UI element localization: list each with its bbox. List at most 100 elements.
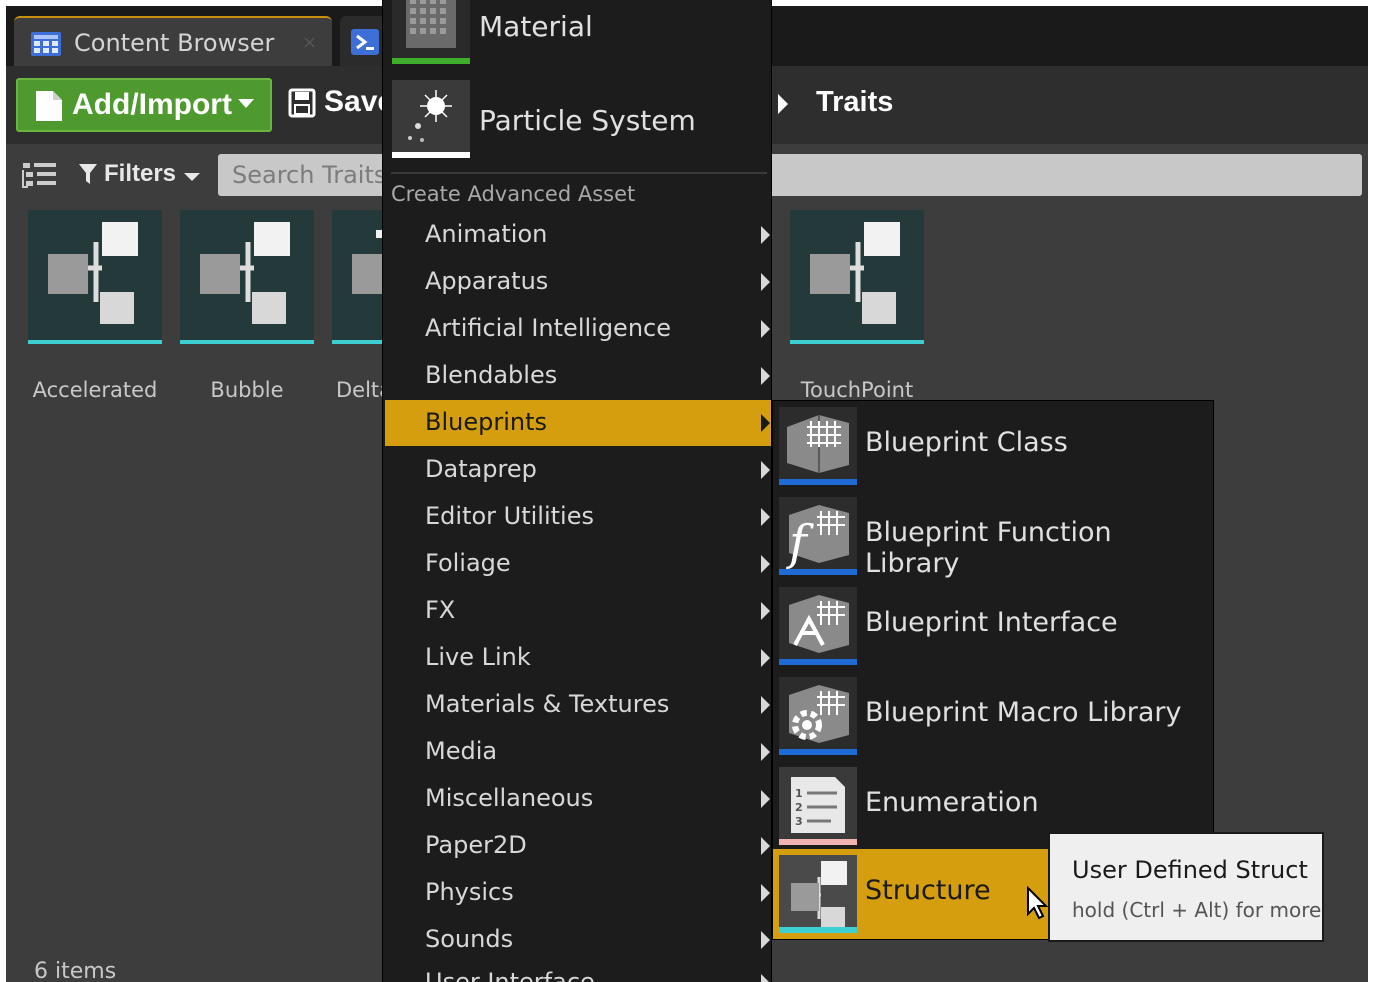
chevron-right-icon xyxy=(761,743,770,761)
svg-text:1: 1 xyxy=(795,787,803,800)
chevron-right-icon xyxy=(761,367,770,385)
submenu-item-blueprint-class[interactable]: Blueprint Class xyxy=(773,401,1213,491)
mouse-cursor-icon xyxy=(1027,886,1048,920)
menu-item-label: Paper2D xyxy=(425,831,527,859)
menu-separator xyxy=(391,172,767,174)
menu-item-label: User Interface xyxy=(425,968,595,982)
struct-asset-icon xyxy=(200,222,290,324)
asset-tile-bubble[interactable] xyxy=(180,210,314,344)
menu-item-dataprep[interactable]: Dataprep xyxy=(385,447,771,493)
chevron-right-icon xyxy=(761,974,770,982)
submenu-item-label: Blueprint Macro Library xyxy=(865,697,1182,728)
tab-content-browser[interactable]: Content Browser × xyxy=(14,16,332,66)
menu-item-label: FX xyxy=(425,596,456,624)
svg-text:3: 3 xyxy=(795,815,803,828)
chevron-right-icon xyxy=(761,226,770,244)
chevron-right-icon xyxy=(761,273,770,291)
menu-item-label: Live Link xyxy=(425,643,531,671)
submenu-item-label: Blueprint Function Library xyxy=(865,517,1112,579)
submenu-item-label: Blueprint Interface xyxy=(865,607,1118,638)
item-count: 6 items xyxy=(34,959,117,982)
chevron-right-icon xyxy=(761,555,770,573)
new-file-icon xyxy=(36,91,62,121)
close-icon[interactable]: × xyxy=(302,32,317,53)
save-icon[interactable] xyxy=(288,88,316,118)
menu-item-sounds[interactable]: Sounds xyxy=(385,917,771,963)
menu-item-label: Physics xyxy=(425,878,514,906)
structure-tooltip: User Defined Struct hold (Ctrl + Alt) fo… xyxy=(1048,832,1324,942)
struct-asset-icon xyxy=(352,230,382,294)
sources-panel-toggle-icon[interactable] xyxy=(22,160,58,190)
asset-tile-touchpoint[interactable] xyxy=(790,210,924,344)
menu-item-media[interactable]: Media xyxy=(385,729,771,775)
submenu-item-label: Enumeration xyxy=(865,787,1039,818)
chevron-right-icon xyxy=(761,461,770,479)
add-import-label: Add/Import xyxy=(72,88,232,121)
submenu-item-label: Blueprint Class xyxy=(865,427,1068,458)
chevron-down-icon xyxy=(238,99,254,108)
struct-asset-icon xyxy=(48,222,138,324)
menu-item-label: Blueprints xyxy=(425,408,548,436)
menu-item-paper2d[interactable]: Paper2D xyxy=(385,823,771,869)
menu-item-fx[interactable]: FX xyxy=(385,588,771,634)
chevron-right-icon xyxy=(761,414,770,432)
struct-asset-icon xyxy=(810,222,900,324)
menu-item-apparatus[interactable]: Apparatus xyxy=(385,259,771,305)
asset-label: TouchPoint xyxy=(800,378,914,402)
content-browser-icon xyxy=(31,32,61,56)
add-import-button[interactable]: Add/Import xyxy=(16,78,272,132)
menu-item-blueprints[interactable]: Blueprints xyxy=(385,400,771,446)
chevron-right-icon xyxy=(761,884,770,902)
asset-tile-accelerated[interactable] xyxy=(28,210,162,344)
tooltip-title: User Defined Struct xyxy=(1072,856,1308,884)
chevron-down-icon[interactable] xyxy=(184,173,200,181)
menu-item-live-link[interactable]: Live Link xyxy=(385,635,771,681)
menu-item-animation[interactable]: Animation xyxy=(385,212,771,258)
asset-tile-delta[interactable] xyxy=(332,210,382,344)
menu-item-particle-system[interactable]: Particle System xyxy=(383,70,771,160)
chevron-right-icon xyxy=(761,696,770,714)
menu-item-editor-utilities[interactable]: Editor Utilities xyxy=(385,494,771,540)
blueprint-class-icon xyxy=(779,407,857,485)
menu-item-physics[interactable]: Physics xyxy=(385,870,771,916)
breadcrumb-traits[interactable]: Traits xyxy=(816,86,893,119)
chevron-right-icon xyxy=(761,508,770,526)
chevron-right-icon xyxy=(761,649,770,667)
menu-item-label: Sounds xyxy=(425,925,514,953)
chevron-right-icon xyxy=(761,790,770,808)
menu-section-heading: Create Advanced Asset xyxy=(391,182,636,206)
blueprint-macro-library-icon xyxy=(779,677,857,755)
chevron-right-icon xyxy=(761,602,770,620)
structure-icon xyxy=(779,855,857,933)
menu-item-label: Materials & Textures xyxy=(425,690,670,718)
breadcrumb-arrow-icon[interactable] xyxy=(778,94,788,114)
svg-text:2: 2 xyxy=(795,801,803,814)
menu-item-miscellaneous[interactable]: Miscellaneous xyxy=(385,776,771,822)
filters-button[interactable]: Filters xyxy=(104,160,176,188)
menu-item-materials-textures[interactable]: Materials & Textures xyxy=(385,682,771,728)
blueprint-function-library-icon: f xyxy=(779,497,857,575)
enumeration-icon: 123 xyxy=(779,767,857,845)
menu-item-artificial-intelligence[interactable]: Artificial Intelligence xyxy=(385,306,771,352)
asset-label: Accelerated xyxy=(32,378,158,402)
menu-item-material[interactable]: Material xyxy=(383,0,771,66)
asset-label: Bubble xyxy=(210,378,284,402)
particle-system-icon xyxy=(392,80,470,158)
material-icon xyxy=(392,0,470,64)
menu-item-blendables[interactable]: Blendables xyxy=(385,353,771,399)
add-asset-menu: Material Particle System Create Advanced… xyxy=(382,0,772,982)
tab-label: Content Browser xyxy=(74,29,275,57)
menu-item-label: Media xyxy=(425,737,498,765)
chevron-right-icon xyxy=(761,837,770,855)
chevron-right-icon xyxy=(761,931,770,949)
submenu-item-blueprint-function-library[interactable]: f Blueprint Function Library xyxy=(773,491,1213,581)
menu-item-foliage[interactable]: Foliage xyxy=(385,541,771,587)
menu-item-label: Particle System xyxy=(479,104,696,137)
submenu-item-blueprint-macro-library[interactable]: Blueprint Macro Library xyxy=(773,671,1213,761)
menu-item-label: Miscellaneous xyxy=(425,784,594,812)
filter-icon[interactable] xyxy=(78,162,98,186)
submenu-item-blueprint-interface[interactable]: Blueprint Interface xyxy=(773,581,1213,671)
menu-item-label: Material xyxy=(479,10,593,43)
chevron-right-icon xyxy=(761,320,770,338)
menu-item-user-interface[interactable]: User Interface xyxy=(385,960,771,982)
